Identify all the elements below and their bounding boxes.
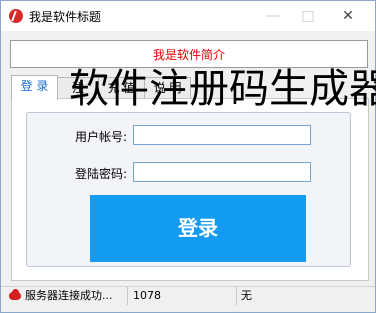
close-icon[interactable]: ✕ — [331, 1, 365, 31]
status-extra: 无 — [241, 289, 252, 302]
username-input[interactable] — [133, 125, 311, 145]
maximize-icon[interactable]: □ — [291, 1, 325, 31]
username-label: 用户帐号: — [75, 130, 128, 144]
cloud-icon — [9, 289, 21, 300]
status-code: 1078 — [133, 289, 161, 302]
app-logo-icon — [9, 9, 23, 23]
status-extra-cell: 无 — [237, 287, 374, 305]
window-title: 我是软件标题 — [29, 10, 102, 24]
title-bar[interactable]: 我是软件标题 — □ ✕ — [1, 1, 375, 31]
status-message: 服务器连接成功... — [25, 289, 113, 302]
status-code-cell: 1078 — [128, 287, 237, 305]
password-label: 登陆密码: — [75, 167, 128, 181]
tab-login[interactable]: 登 录 — [11, 75, 58, 100]
login-form: 用户帐号: 登陆密码: 登录 — [26, 112, 351, 267]
app-window: 我是软件标题 — □ ✕ 我是软件简介 登 录 注 充 值 说 明 用户帐号: … — [0, 0, 376, 313]
status-connection: 服务器连接成功... — [1, 287, 128, 305]
overlay-title: 软件注册码生成器 — [69, 66, 376, 112]
login-panel: 用户帐号: 登陆密码: 登录 — [11, 98, 369, 281]
status-bar: 服务器连接成功... 1078 无 — [1, 286, 375, 305]
password-input[interactable] — [133, 162, 311, 182]
minimize-icon[interactable]: — — [256, 1, 290, 31]
login-button[interactable]: 登录 — [90, 195, 306, 262]
